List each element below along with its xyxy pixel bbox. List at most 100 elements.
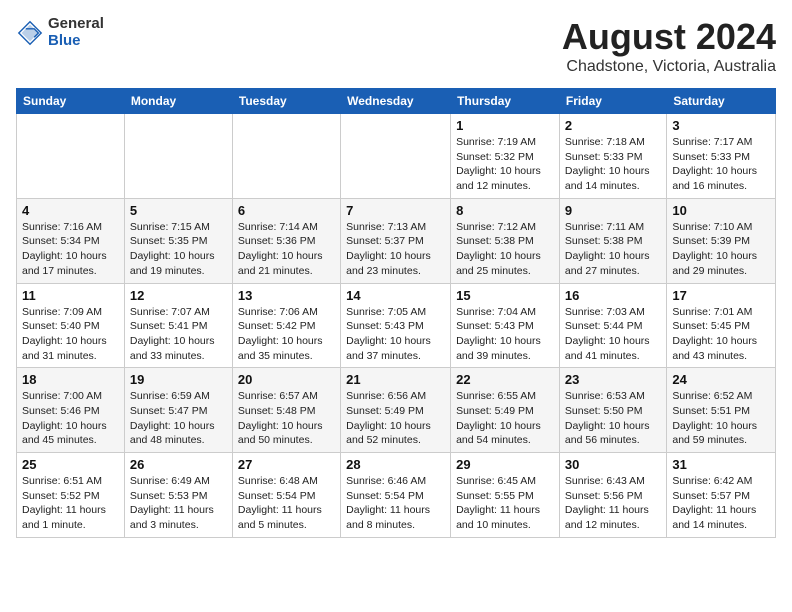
- day-number: 2: [565, 118, 661, 133]
- day-info: Sunrise: 6:51 AM Sunset: 5:52 PM Dayligh…: [22, 474, 119, 533]
- day-info: Sunrise: 7:12 AM Sunset: 5:38 PM Dayligh…: [456, 220, 554, 279]
- day-info: Sunrise: 7:13 AM Sunset: 5:37 PM Dayligh…: [346, 220, 445, 279]
- day-info: Sunrise: 7:17 AM Sunset: 5:33 PM Dayligh…: [672, 135, 770, 194]
- main-title: August 2024: [562, 16, 776, 58]
- calendar-cell: 4Sunrise: 7:16 AM Sunset: 5:34 PM Daylig…: [17, 198, 125, 283]
- calendar-cell: 16Sunrise: 7:03 AM Sunset: 5:44 PM Dayli…: [559, 283, 666, 368]
- calendar-cell: [17, 114, 125, 199]
- calendar-day-header: Thursday: [451, 89, 560, 114]
- day-info: Sunrise: 7:16 AM Sunset: 5:34 PM Dayligh…: [22, 220, 119, 279]
- calendar-cell: 5 Sunrise: 7:15 AM Sunset: 5:35 PM Daylig…: [124, 198, 232, 283]
- day-number: 13: [238, 288, 335, 303]
- day-number: 28: [346, 457, 445, 472]
- logo: General Blue: [16, 16, 104, 49]
- calendar-day-header: Monday: [124, 89, 232, 114]
- day-number: 20: [238, 372, 335, 387]
- day-info: Sunrise: 7:06 AM Sunset: 5:42 PM Dayligh…: [238, 305, 335, 364]
- calendar-cell: 6 Sunrise: 7:14 AM Sunset: 5:36 PM Daylig…: [232, 198, 340, 283]
- day-info: Sunrise: 7:11 AM Sunset: 5:38 PM Dayligh…: [565, 220, 661, 279]
- calendar-cell: 13 Sunrise: 7:06 AM Sunset: 5:42 PM Dayli…: [232, 283, 340, 368]
- day-info: Sunrise: 7:04 AM Sunset: 5:43 PM Dayligh…: [456, 305, 554, 364]
- logo-icon: [16, 19, 44, 47]
- day-number: 26: [130, 457, 227, 472]
- day-info: Sunrise: 6:45 AM Sunset: 5:55 PM Dayligh…: [456, 474, 554, 533]
- day-info: Sunrise: 6:48 AM Sunset: 5:54 PM Dayligh…: [238, 474, 335, 533]
- calendar-cell: 19 Sunrise: 6:59 AM Sunset: 5:47 PM Dayli…: [124, 368, 232, 453]
- calendar-cell: 3 Sunrise: 7:17 AM Sunset: 5:33 PM Daylig…: [667, 114, 776, 199]
- calendar-cell: 14Sunrise: 7:05 AM Sunset: 5:43 PM Dayli…: [341, 283, 451, 368]
- logo-text: General Blue: [48, 16, 104, 49]
- subtitle: Chadstone, Victoria, Australia: [562, 58, 776, 76]
- logo-blue-text: Blue: [48, 33, 104, 50]
- day-number: 8: [456, 203, 554, 218]
- day-info: Sunrise: 6:49 AM Sunset: 5:53 PM Dayligh…: [130, 474, 227, 533]
- calendar-cell: 9Sunrise: 7:11 AM Sunset: 5:38 PM Daylig…: [559, 198, 666, 283]
- day-number: 6: [238, 203, 335, 218]
- title-block: August 2024 Chadstone, Victoria, Austral…: [562, 16, 776, 76]
- calendar-day-header: Saturday: [667, 89, 776, 114]
- day-number: 11: [22, 288, 119, 303]
- day-info: Sunrise: 6:53 AM Sunset: 5:50 PM Dayligh…: [565, 389, 661, 448]
- calendar-cell: 24Sunrise: 6:52 AM Sunset: 5:51 PM Dayli…: [667, 368, 776, 453]
- day-number: 12: [130, 288, 227, 303]
- calendar-cell: 10 Sunrise: 7:10 AM Sunset: 5:39 PM Dayli…: [667, 198, 776, 283]
- calendar-cell: 20Sunrise: 6:57 AM Sunset: 5:48 PM Dayli…: [232, 368, 340, 453]
- day-number: 29: [456, 457, 554, 472]
- day-info: Sunrise: 7:07 AM Sunset: 5:41 PM Dayligh…: [130, 305, 227, 364]
- day-info: Sunrise: 7:18 AM Sunset: 5:33 PM Dayligh…: [565, 135, 661, 194]
- calendar-day-header: Sunday: [17, 89, 125, 114]
- day-info: Sunrise: 6:46 AM Sunset: 5:54 PM Dayligh…: [346, 474, 445, 533]
- calendar-cell: 12 Sunrise: 7:07 AM Sunset: 5:41 PM Dayli…: [124, 283, 232, 368]
- calendar-cell: 17 Sunrise: 7:01 AM Sunset: 5:45 PM Dayli…: [667, 283, 776, 368]
- day-info: Sunrise: 7:14 AM Sunset: 5:36 PM Dayligh…: [238, 220, 335, 279]
- day-info: Sunrise: 6:42 AM Sunset: 5:57 PM Dayligh…: [672, 474, 770, 533]
- calendar-cell: 8 Sunrise: 7:12 AM Sunset: 5:38 PM Daylig…: [451, 198, 560, 283]
- day-number: 21: [346, 372, 445, 387]
- day-info: Sunrise: 7:01 AM Sunset: 5:45 PM Dayligh…: [672, 305, 770, 364]
- calendar-cell: 22 Sunrise: 6:55 AM Sunset: 5:49 PM Dayli…: [451, 368, 560, 453]
- day-info: Sunrise: 6:55 AM Sunset: 5:49 PM Dayligh…: [456, 389, 554, 448]
- calendar-cell: 21Sunrise: 6:56 AM Sunset: 5:49 PM Dayli…: [341, 368, 451, 453]
- day-number: 22: [456, 372, 554, 387]
- calendar-cell: [124, 114, 232, 199]
- day-number: 18: [22, 372, 119, 387]
- day-number: 5: [130, 203, 227, 218]
- day-number: 3: [672, 118, 770, 133]
- day-info: Sunrise: 7:09 AM Sunset: 5:40 PM Dayligh…: [22, 305, 119, 364]
- calendar-cell: [232, 114, 340, 199]
- calendar-day-header: Friday: [559, 89, 666, 114]
- calendar-day-header: Wednesday: [341, 89, 451, 114]
- day-number: 14: [346, 288, 445, 303]
- calendar-cell: 30Sunrise: 6:43 AM Sunset: 5:56 PM Dayli…: [559, 453, 666, 538]
- day-number: 31: [672, 457, 770, 472]
- calendar-cell: 11 Sunrise: 7:09 AM Sunset: 5:40 PM Dayli…: [17, 283, 125, 368]
- calendar-cell: 18 Sunrise: 7:00 AM Sunset: 5:46 PM Dayli…: [17, 368, 125, 453]
- day-number: 24: [672, 372, 770, 387]
- day-number: 30: [565, 457, 661, 472]
- day-number: 10: [672, 203, 770, 218]
- logo-general-text: General: [48, 16, 104, 33]
- calendar-cell: 26 Sunrise: 6:49 AM Sunset: 5:53 PM Dayli…: [124, 453, 232, 538]
- calendar-header-row: SundayMondayTuesdayWednesdayThursdayFrid…: [17, 89, 776, 114]
- calendar-week-row: 25Sunrise: 6:51 AM Sunset: 5:52 PM Dayli…: [17, 453, 776, 538]
- calendar-cell: 1Sunrise: 7:19 AM Sunset: 5:32 PM Daylig…: [451, 114, 560, 199]
- day-number: 19: [130, 372, 227, 387]
- day-number: 23: [565, 372, 661, 387]
- day-info: Sunrise: 7:00 AM Sunset: 5:46 PM Dayligh…: [22, 389, 119, 448]
- calendar-cell: 28 Sunrise: 6:46 AM Sunset: 5:54 PM Dayli…: [341, 453, 451, 538]
- calendar-week-row: 18 Sunrise: 7:00 AM Sunset: 5:46 PM Dayli…: [17, 368, 776, 453]
- calendar-cell: 23 Sunrise: 6:53 AM Sunset: 5:50 PM Dayli…: [559, 368, 666, 453]
- day-number: 27: [238, 457, 335, 472]
- day-number: 1: [456, 118, 554, 133]
- day-number: 15: [456, 288, 554, 303]
- day-info: Sunrise: 7:10 AM Sunset: 5:39 PM Dayligh…: [672, 220, 770, 279]
- calendar-cell: 7Sunrise: 7:13 AM Sunset: 5:37 PM Daylig…: [341, 198, 451, 283]
- day-info: Sunrise: 7:15 AM Sunset: 5:35 PM Dayligh…: [130, 220, 227, 279]
- calendar-cell: 25Sunrise: 6:51 AM Sunset: 5:52 PM Dayli…: [17, 453, 125, 538]
- calendar-cell: [341, 114, 451, 199]
- calendar-week-row: 11 Sunrise: 7:09 AM Sunset: 5:40 PM Dayli…: [17, 283, 776, 368]
- calendar-cell: 15 Sunrise: 7:04 AM Sunset: 5:43 PM Dayli…: [451, 283, 560, 368]
- day-number: 17: [672, 288, 770, 303]
- day-info: Sunrise: 6:59 AM Sunset: 5:47 PM Dayligh…: [130, 389, 227, 448]
- day-info: Sunrise: 7:03 AM Sunset: 5:44 PM Dayligh…: [565, 305, 661, 364]
